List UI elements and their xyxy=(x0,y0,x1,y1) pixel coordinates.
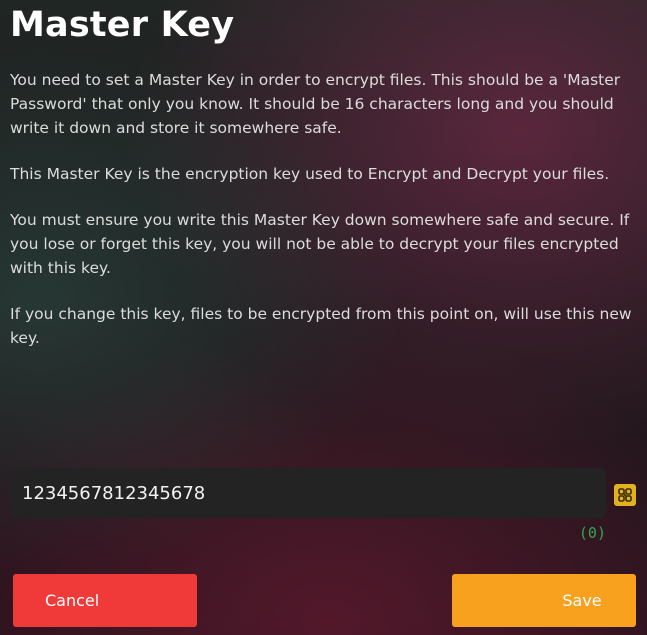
master-key-field xyxy=(10,468,606,518)
character-counter: (0) xyxy=(578,524,606,542)
generate-key-icon[interactable] xyxy=(614,484,636,506)
description-paragraph-4: If you change this key, files to be encr… xyxy=(10,305,632,347)
master-key-input[interactable] xyxy=(22,482,594,504)
description-paragraph-1: You need to set a Master Key in order to… xyxy=(10,71,621,137)
description-paragraph-2: This Master Key is the encryption key us… xyxy=(10,165,610,183)
generate-key-glyph xyxy=(618,488,632,502)
description-paragraph-3: You must ensure you write this Master Ke… xyxy=(10,211,630,277)
description: You need to set a Master Key in order to… xyxy=(10,68,632,372)
save-button[interactable]: Save xyxy=(452,574,636,627)
page-title: Master Key xyxy=(10,5,235,45)
cancel-button[interactable]: Cancel xyxy=(13,574,197,627)
